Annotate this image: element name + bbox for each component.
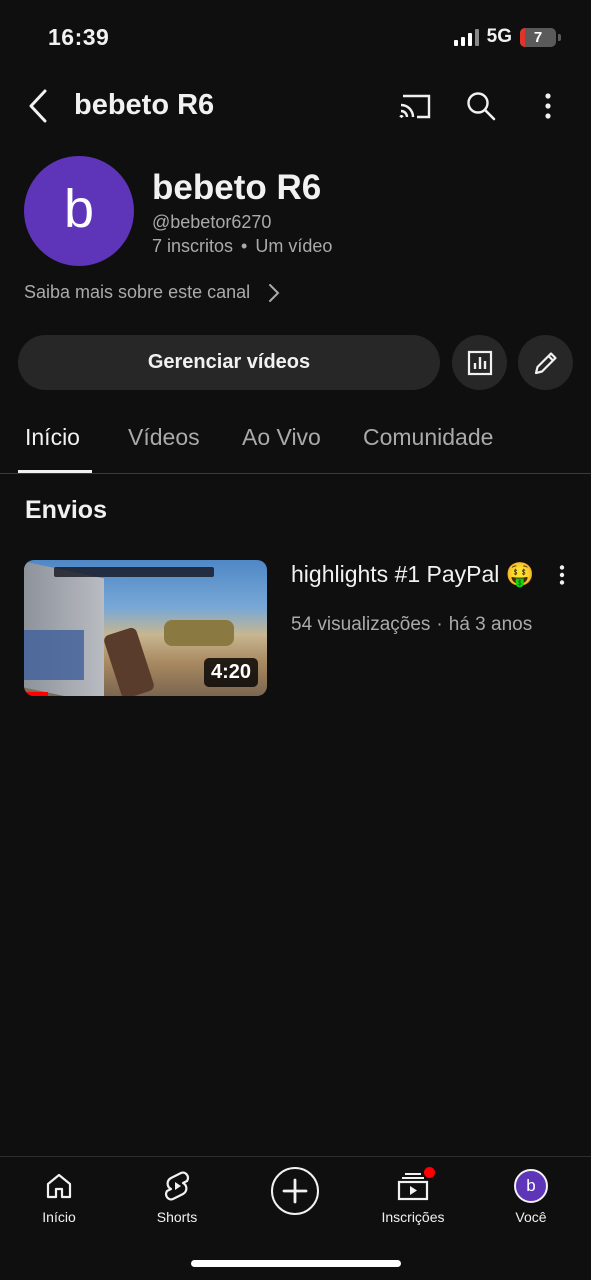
nav-you-label: Você: [515, 1209, 547, 1225]
channel-name: bebeto R6: [152, 168, 322, 207]
nav-subscriptions-label: Inscrições: [381, 1209, 445, 1225]
status-bar: 16:39 5G 7: [0, 0, 591, 76]
back-arrow-icon: [29, 89, 47, 123]
channel-tabs: Início Vídeos Ao Vivo Comunidade: [0, 410, 591, 474]
shorts-icon: [160, 1169, 194, 1203]
tab-videos[interactable]: Vídeos: [128, 424, 200, 451]
video-meta: 54 visualizações · há 3 anos: [291, 614, 532, 636]
subscriptions-icon: [396, 1167, 435, 1203]
more-about-channel-link[interactable]: Saiba mais sobre este canal: [24, 282, 280, 303]
page-title: bebeto R6: [74, 89, 215, 121]
nav-home-label: Início: [42, 1209, 76, 1225]
cast-button[interactable]: [395, 86, 435, 126]
tab-comunidade[interactable]: Comunidade: [363, 424, 493, 451]
nav-shorts-label: Shorts: [156, 1209, 198, 1225]
pencil-icon: [534, 351, 557, 374]
manage-videos-button[interactable]: Gerenciar vídeos: [18, 335, 440, 390]
nav-shorts[interactable]: Shorts: [127, 1169, 227, 1225]
battery-level: 7: [533, 28, 543, 46]
nav-you[interactable]: b Você: [481, 1169, 581, 1225]
channel-actions: Gerenciar vídeos: [18, 335, 574, 391]
battery-tip: [558, 33, 561, 41]
tab-ao-vivo[interactable]: Ao Vivo: [242, 424, 321, 451]
battery-icon: 7: [520, 27, 556, 47]
top-app-bar: bebeto R6: [0, 76, 591, 136]
status-time: 16:39: [48, 24, 110, 50]
more-about-label: Saiba mais sobre este canal: [24, 282, 251, 302]
signal-icon: [453, 28, 479, 46]
more-vertical-icon: [559, 565, 565, 585]
section-title: Envios: [25, 496, 107, 524]
stats-separator: •: [241, 236, 248, 256]
cast-icon: [399, 94, 431, 119]
channel-avatar-letter: b: [63, 179, 95, 239]
video-duration: 4:20: [203, 658, 258, 687]
subscriber-count: 7 inscritos: [152, 236, 234, 256]
more-vertical-icon: [545, 93, 551, 119]
video-thumbnail[interactable]: 4:20: [24, 560, 267, 696]
active-tab-indicator: [18, 470, 92, 473]
channel-header: b bebeto R6 @bebetor6270 7 inscritos • U…: [24, 156, 574, 268]
channel-handle: @bebetor6270: [152, 212, 272, 232]
video-count: Um vídeo: [255, 236, 333, 256]
watch-progress-bar: [24, 692, 49, 696]
network-type: 5G: [486, 26, 512, 47]
analytics-button[interactable]: [452, 335, 507, 390]
video-list-item[interactable]: 4:20 highlights #1 PayPal 🤑 54 visualiza…: [24, 560, 574, 700]
more-options-button[interactable]: [528, 86, 568, 126]
video-views: 54 visualizações: [291, 614, 431, 635]
nav-subscriptions[interactable]: Inscrições: [363, 1167, 463, 1225]
create-button[interactable]: [271, 1167, 319, 1215]
video-age: há 3 anos: [448, 614, 533, 635]
chevron-right-icon: [269, 283, 280, 302]
search-button[interactable]: [461, 86, 501, 126]
back-button[interactable]: [22, 86, 54, 126]
user-avatar: b: [514, 1169, 548, 1203]
channel-avatar[interactable]: b: [24, 156, 134, 266]
video-menu-button[interactable]: [550, 562, 574, 588]
meta-separator: ·: [436, 614, 443, 635]
home-icon: [42, 1169, 76, 1203]
plus-icon: [282, 1178, 308, 1204]
home-indicator: [191, 1260, 401, 1267]
status-indicators: 5G 7: [453, 26, 561, 48]
search-icon: [467, 92, 496, 121]
channel-stats: 7 inscritos • Um vídeo: [152, 236, 332, 257]
tab-inicio[interactable]: Início: [25, 424, 80, 451]
nav-home[interactable]: Início: [9, 1169, 109, 1225]
you-avatar-wrapper: b: [514, 1169, 548, 1203]
analytics-icon: [467, 350, 492, 375]
video-title[interactable]: highlights #1 PayPal 🤑: [291, 560, 541, 588]
notification-dot: [424, 1167, 435, 1178]
edit-channel-button[interactable]: [518, 335, 573, 390]
